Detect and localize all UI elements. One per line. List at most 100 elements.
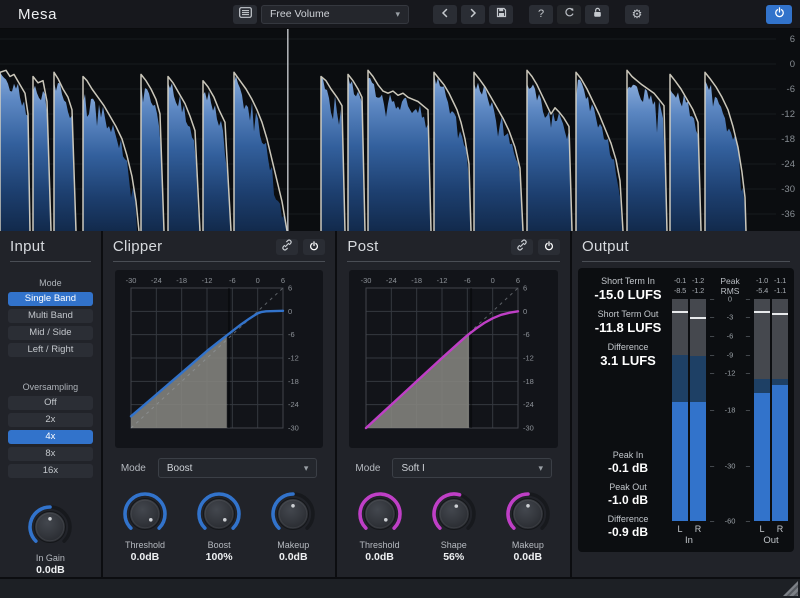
clipper-mode-dropdown[interactable]: Boost ▾ [158,458,318,478]
clipper-mode-label: Mode [121,463,146,474]
svg-text:6: 6 [523,284,527,293]
knob-label: Boost [187,540,251,550]
channel-label: L [754,524,770,534]
oversampling-section-label: Oversampling [0,382,101,392]
short-term-out-value: -11.8 LUFS [584,320,672,335]
clipper-power-button[interactable] [303,239,325,255]
option-off[interactable]: Off [8,396,93,410]
peak-stats: Peak In-0.1 dB Peak Out-1.0 dB Differenc… [584,450,672,546]
meter-segment-navy [754,379,770,393]
clipper-link-button[interactable] [276,239,298,255]
oversampling-buttons: Off 2x 4x 8x 16x [8,396,93,481]
chevron-down-icon: ▾ [304,463,309,474]
preset-name: Free Volume [270,8,395,20]
tick-value: -6 [727,331,734,340]
option-8x[interactable]: 8x [8,447,93,461]
short-term-in-label: Short Term In [584,276,672,286]
peak-in-value: -0.1 dB [584,461,672,475]
tick-value: -12 [725,368,736,377]
post-threshold-knob[interactable]: Threshold0.0dB [348,490,412,563]
clipper-boost-knob[interactable]: Boost100% [187,490,251,563]
meter-segment-navy [690,356,706,402]
clipper-threshold-knob[interactable]: Threshold0.0dB [113,490,177,563]
option-4x[interactable]: 4x [8,430,93,444]
in-r-rms: -1.2 [690,286,706,296]
knob-dial[interactable] [195,490,243,538]
settings-button[interactable]: ⚙ [625,5,649,24]
scale-tick: –-12– [710,368,750,377]
tick-dash: – [746,295,750,304]
post-transfer-graph: -30-24-18-12-60660-6-12-18-24-30 [349,270,558,448]
help-icon: ? [538,8,544,20]
gear-icon: ⚙ [632,7,643,21]
short-term-in-value: -15.0 LUFS [584,287,672,302]
preset-list-icon [239,7,252,21]
knob-label: Makeup [496,540,560,550]
next-preset-button[interactable] [461,5,485,24]
clipper-makeup-knob[interactable]: Makeup0.0dB [261,490,325,563]
knob-dial[interactable] [504,490,552,538]
option-multi-band[interactable]: Multi Band [8,309,93,323]
meter-bar-in-right [690,299,706,521]
tick-dash: – [746,461,750,470]
option-mid-side[interactable]: Mid / Side [8,326,93,340]
knob-dial[interactable] [121,490,169,538]
svg-text:0: 0 [256,276,260,285]
input-mode-buttons: Single Band Multi Band Mid / Side Left / Ri… [8,292,93,360]
knob-value: 0.0dB [113,551,177,563]
svg-text:6: 6 [516,276,520,285]
post-link-button[interactable] [511,239,533,255]
clipper-mode-value: Boost [167,463,304,474]
level-meters: -0.1-1.2Peak-1.0-1.1-8.5-1.2RMS-5.4-1.1–… [672,276,788,546]
peak-hold-line [672,311,688,313]
option-single-band[interactable]: Single Band [8,292,93,306]
refresh-button[interactable] [557,5,581,24]
resize-handle[interactable] [783,581,798,596]
knob-dial[interactable] [356,490,404,538]
help-button[interactable]: ? [529,5,553,24]
knob-label: Shape [422,540,486,550]
waveform-svg: 60-6-12-18-24-30-36 [0,29,800,231]
svg-text:-6: -6 [464,276,471,285]
svg-text:-24: -24 [288,400,299,409]
lock-button[interactable] [585,5,609,24]
svg-text:-30: -30 [288,424,299,433]
post-makeup-knob[interactable]: Makeup0.0dB [496,490,560,563]
app-title: Mesa [18,6,233,23]
preset-selector[interactable]: Free Volume ▾ [261,5,409,24]
post-mode-value: Soft I [401,463,538,474]
plugin-power-button[interactable] [766,5,792,24]
save-preset-button[interactable] [489,5,513,24]
tick-dash: – [710,331,714,340]
knob-label: Makeup [261,540,325,550]
loudness-stats: Short Term In-15.0 LUFS Short Term Out-1… [584,276,672,546]
mesa-plugin-window: Mesa Free Volume ▾ ? [0,0,800,598]
meter-group-labels: InOut [672,534,788,546]
post-shape-knob[interactable]: Shape56% [422,490,486,563]
preset-browser-button[interactable] [233,5,257,24]
svg-text:0: 0 [288,307,292,316]
previous-preset-button[interactable] [433,5,457,24]
tick-dash: – [710,517,714,526]
clipper-transfer-graph: -30-24-18-12-60660-6-12-18-24-30 [115,270,324,448]
power-icon [309,238,319,256]
post-power-button[interactable] [538,239,560,255]
option-16x[interactable]: 16x [8,464,93,478]
knob-dial[interactable] [26,503,74,551]
option-2x[interactable]: 2x [8,413,93,427]
out-group-label: Out [754,535,788,546]
svg-text:-18: -18 [411,276,422,285]
post-mode-dropdown[interactable]: Soft I ▾ [392,458,552,478]
knob-dial[interactable] [269,490,317,538]
input-panel-title: Input [10,238,91,255]
tick-dash: – [746,406,750,415]
readout-row-label: Peak [708,276,752,286]
meter-bars: –0––-3––-6––-9––-12––-18––-30––-60– [672,299,788,521]
chevron-right-icon [469,8,477,21]
option-left-right[interactable]: Left / Right [8,343,93,357]
meter-readout-row: -0.1-1.2Peak-1.0-1.1 [672,276,788,286]
svg-text:0: 0 [490,276,494,285]
svg-text:-12: -12 [436,276,447,285]
knob-dial[interactable] [430,490,478,538]
in-gain-knob[interactable]: In Gain0.0dB [18,503,82,576]
